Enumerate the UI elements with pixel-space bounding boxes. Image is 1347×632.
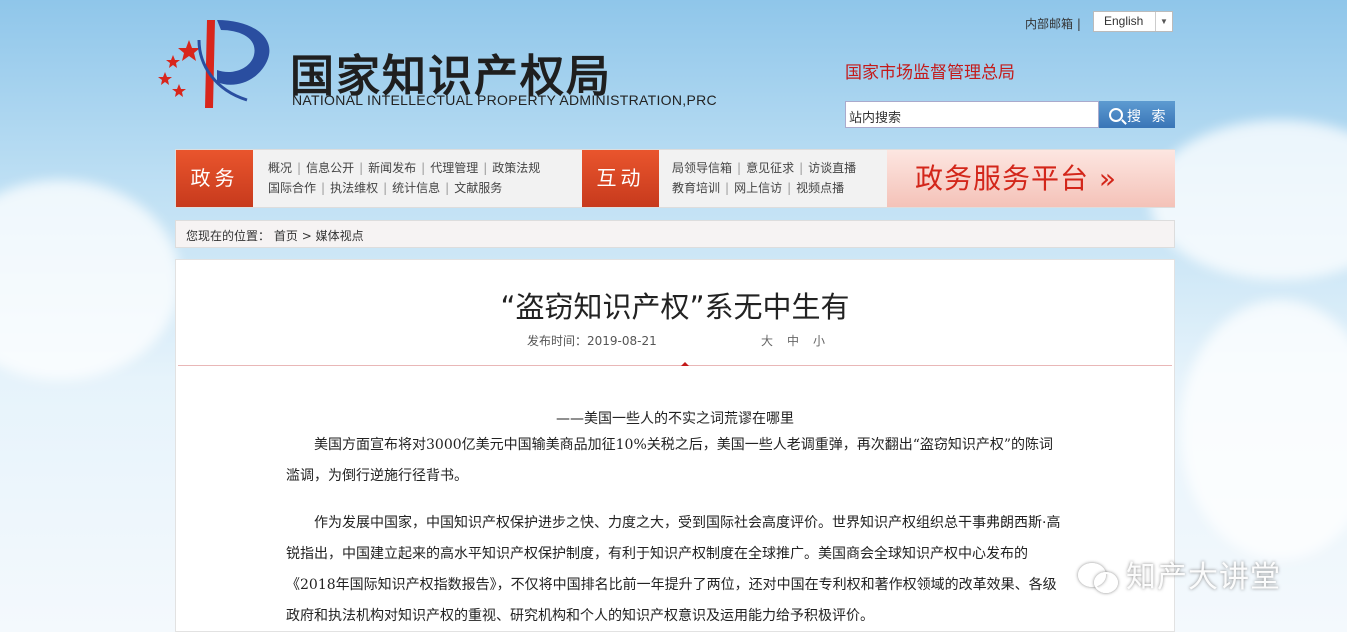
nav-link[interactable]: 国际合作 bbox=[268, 181, 316, 195]
nav-link[interactable]: 代理管理 bbox=[430, 161, 478, 175]
nav-link[interactable]: 统计信息 bbox=[392, 181, 440, 195]
nav-link[interactable]: 新闻发布 bbox=[368, 161, 416, 175]
main-nav: 政务 概况 | 信息公开 | 新闻发布 | 代理管理 | 政策法规 国际合作 | 执法维权 | 统计信息… bbox=[175, 149, 1175, 208]
nav-link[interactable]: 局领导信箱 bbox=[672, 161, 732, 175]
article-panel: “盗窃知识产权”系无中生有 发布时间：2019-08-21 大中小 ——美国一些… bbox=[175, 259, 1175, 632]
watermark: 知产大讲堂 bbox=[1078, 552, 1281, 596]
wechat-icon bbox=[1078, 561, 1118, 593]
font-size-large-button[interactable]: 大 bbox=[761, 334, 777, 348]
nav-link[interactable]: 教育培训 bbox=[672, 181, 720, 195]
watermark-text: 知产大讲堂 bbox=[1126, 560, 1281, 595]
service-platform-banner[interactable]: 政务服务平台 » bbox=[887, 150, 1175, 207]
chevron-down-icon: ▼ bbox=[1155, 12, 1172, 31]
nav-tag-gov[interactable]: 政务 bbox=[176, 150, 253, 207]
search-button[interactable]: 搜 索 bbox=[1099, 101, 1175, 128]
nav-tag-interact[interactable]: 互动 bbox=[582, 150, 659, 207]
nav-link[interactable]: 访谈直播 bbox=[808, 161, 856, 175]
parent-org-link[interactable]: 国家市场监督管理总局 bbox=[845, 58, 1015, 83]
cloud-decoration bbox=[0, 180, 180, 380]
nav-link[interactable]: 概况 bbox=[268, 161, 292, 175]
divider-notch bbox=[681, 362, 689, 366]
nav-link[interactable]: 网上信访 bbox=[734, 181, 782, 195]
font-size-small-button[interactable]: 小 bbox=[813, 334, 829, 348]
article-subtitle: ——美国一些人的不实之词荒谬在哪里 bbox=[556, 411, 794, 427]
nav-link[interactable]: 执法维权 bbox=[330, 181, 378, 195]
gov-links: 概况 | 信息公开 | 新闻发布 | 代理管理 | 政策法规 国际合作 | 执法维权 | 统计信息 | 文献… bbox=[268, 161, 541, 195]
nav-link[interactable]: 文献服务 bbox=[454, 181, 502, 195]
language-select[interactable]: English ▼ bbox=[1093, 11, 1173, 32]
cnipa-logo-icon[interactable] bbox=[155, 10, 275, 110]
breadcrumb-separator: > bbox=[301, 229, 312, 243]
cloud-decoration bbox=[1180, 300, 1347, 560]
breadcrumb-home[interactable]: 首页 bbox=[274, 229, 298, 243]
title-divider bbox=[178, 365, 1172, 366]
search-button-label: 搜 索 bbox=[1127, 109, 1169, 125]
article-title: “盗窃知识产权”系无中生有 bbox=[500, 290, 850, 324]
font-size-medium-button[interactable]: 中 bbox=[787, 334, 803, 348]
breadcrumb: 您现在的位置： 首页 > 媒体视点 bbox=[175, 220, 1175, 248]
interact-links: 局领导信箱 | 意见征求 | 访谈直播 教育培训 | 网上信访 | 视频点播 bbox=[672, 161, 857, 195]
internal-mail-link[interactable]: 内部邮箱 | bbox=[1025, 15, 1081, 32]
site-title-en: NATIONAL INTELLECTUAL PROPERTY ADMINISTR… bbox=[292, 92, 717, 108]
breadcrumb-current[interactable]: 媒体视点 bbox=[316, 229, 364, 243]
breadcrumb-prefix: 您现在的位置： bbox=[186, 229, 271, 243]
search-input[interactable]: 站内搜索 bbox=[845, 101, 1099, 128]
font-size-switch: 大中小 bbox=[761, 332, 839, 349]
cloud-decoration bbox=[1150, 120, 1347, 280]
nav-link[interactable]: 视频点播 bbox=[796, 181, 844, 195]
article-paragraph: 作为发展中国家，中国知识产权保护进步之快、力度之大，受到国际社会高度评价。世界知… bbox=[286, 515, 1061, 624]
nav-link[interactable]: 信息公开 bbox=[306, 161, 354, 175]
language-label: English bbox=[1104, 14, 1144, 28]
nav-link[interactable]: 意见征求 bbox=[746, 161, 794, 175]
publish-time: 发布时间：2019-08-21 bbox=[527, 334, 657, 348]
search-icon bbox=[1109, 108, 1123, 122]
article-paragraph: 美国方面宣布将对3000亿美元中国输美商品加征10%关税之后，美国一些人老调重弹… bbox=[286, 437, 1054, 484]
nav-link[interactable]: 政策法规 bbox=[492, 161, 540, 175]
